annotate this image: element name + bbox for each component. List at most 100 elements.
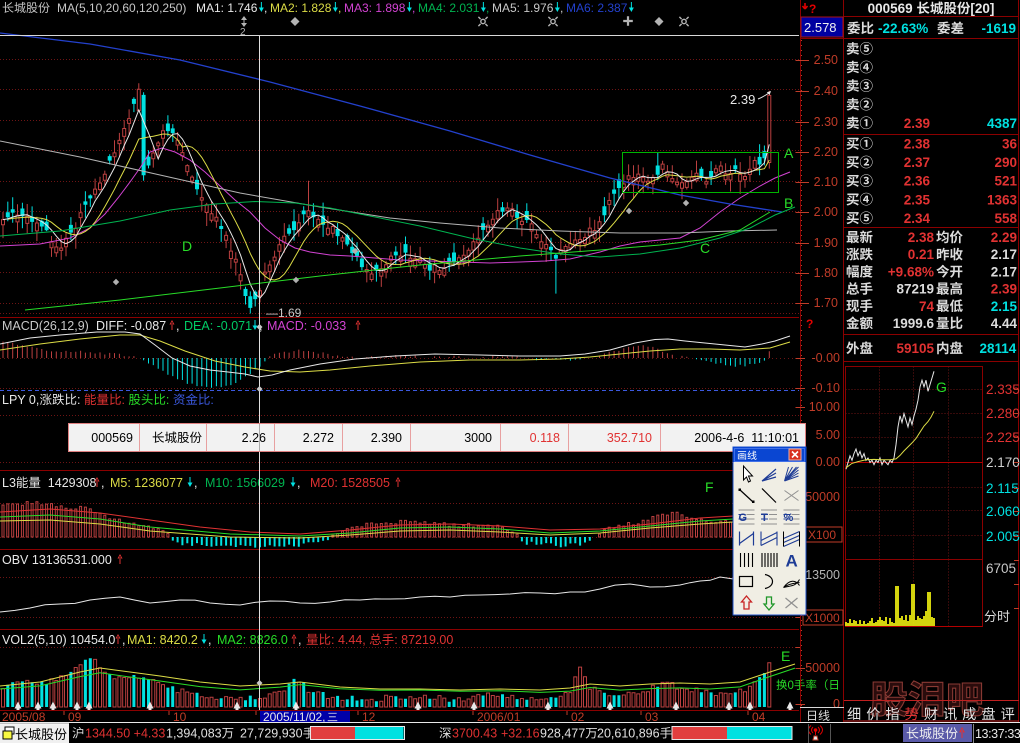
svg-text:12: 12	[362, 710, 376, 724]
svg-text:1,394,083: 1,394,083	[166, 727, 222, 741]
svg-text:M20: 1528505: M20: 1528505	[310, 476, 390, 490]
svg-text:36: 36	[1002, 137, 1018, 152]
svg-text:MA2: 8826.0: MA2: 8826.0	[217, 633, 288, 647]
svg-text:-0.10: -0.10	[812, 381, 841, 395]
svg-text:-0.00: -0.00	[812, 351, 841, 365]
svg-text:G: G	[739, 512, 748, 524]
svg-text:A: A	[786, 552, 798, 571]
svg-text:[20]: [20]	[970, 1, 994, 16]
svg-text:2005/08: 2005/08	[2, 710, 46, 724]
svg-text:D: D	[182, 238, 192, 254]
svg-text:-1619: -1619	[982, 21, 1017, 36]
svg-text:M5: 1236077: M5: 1236077	[110, 476, 183, 490]
svg-text:2.37: 2.37	[904, 155, 930, 170]
svg-text:290: 290	[995, 155, 1018, 170]
svg-text:3000: 3000	[464, 431, 492, 445]
svg-text:MA6: 2.387: MA6: 2.387	[566, 1, 628, 15]
svg-text:2006/01: 2006/01	[477, 710, 521, 724]
svg-text:-50000: -50000	[801, 661, 840, 675]
svg-text:OBV 13136531.000: OBV 13136531.000	[2, 553, 112, 567]
svg-text:0.00: 0.00	[816, 455, 840, 469]
svg-text:1.70: 1.70	[814, 296, 838, 310]
svg-text:4387: 4387	[987, 116, 1017, 131]
svg-text:352.710: 352.710	[607, 431, 652, 445]
svg-text:2.39: 2.39	[730, 92, 755, 107]
svg-text:000569: 000569	[91, 431, 133, 445]
svg-text:+32.16: +32.16	[501, 727, 540, 741]
svg-text:27,729,930: 27,729,930	[240, 727, 303, 741]
svg-text:+9.68%: +9.68%	[888, 264, 934, 279]
svg-text:A: A	[784, 145, 794, 161]
svg-text:MACD(26,12,9): MACD(26,12,9)	[2, 319, 89, 333]
svg-text:6705: 6705	[986, 561, 1016, 576]
svg-text:DEA: -0.071: DEA: -0.071	[184, 319, 252, 333]
svg-text:10.00: 10.00	[809, 400, 840, 414]
svg-text:,: ,	[122, 633, 125, 647]
svg-text:,: ,	[298, 633, 301, 647]
svg-text:2.29: 2.29	[991, 230, 1017, 245]
svg-text:?: ?	[809, 2, 816, 16]
svg-text:,: ,	[194, 476, 197, 490]
svg-text:-22.63%: -22.63%	[878, 21, 928, 36]
svg-text:1363: 1363	[987, 192, 1018, 207]
svg-text:1429308: 1429308	[48, 476, 97, 490]
svg-text:%: %	[784, 512, 794, 524]
svg-text:DIFF: -0.087: DIFF: -0.087	[96, 319, 166, 333]
svg-text:74: 74	[919, 299, 935, 314]
svg-text:0: 0	[788, 680, 794, 692]
svg-text:2005/11/02,: 2005/11/02,	[263, 710, 326, 724]
svg-text:L3: L3	[2, 476, 16, 490]
svg-text:59105: 59105	[897, 341, 935, 356]
svg-text:X1000: X1000	[805, 611, 840, 625]
svg-text:0.21: 0.21	[908, 247, 935, 262]
svg-text:1344.50 +4.33: 1344.50 +4.33	[85, 727, 165, 741]
svg-text::: :	[166, 393, 169, 407]
svg-text:,: ,	[208, 633, 211, 647]
svg-text:,: ,	[176, 319, 179, 333]
svg-text:02: 02	[571, 710, 585, 724]
svg-text::: :	[122, 393, 125, 407]
svg-text:,: ,	[560, 1, 563, 15]
svg-text:000569: 000569	[868, 1, 913, 16]
svg-text:,: ,	[486, 1, 489, 15]
svg-text:0: 0	[833, 697, 840, 711]
svg-text:: 4.44,: : 4.44,	[331, 633, 366, 647]
svg-text:2006-4-6 11:10:01: 2006-4-6 11:10:01	[694, 431, 799, 445]
svg-text:09: 09	[68, 710, 82, 724]
svg-text:13500: 13500	[805, 568, 840, 582]
svg-text:2.40: 2.40	[814, 84, 838, 98]
svg-text:2.578: 2.578	[804, 20, 837, 35]
svg-text:B: B	[784, 195, 793, 211]
svg-text:87219: 87219	[897, 282, 935, 297]
svg-text:LPY 0,: LPY 0,	[2, 393, 39, 407]
svg-text:MA2: 1.828: MA2: 1.828	[270, 1, 332, 15]
svg-text:1.90: 1.90	[814, 236, 838, 250]
svg-text:558: 558	[995, 211, 1018, 226]
svg-text:2.38: 2.38	[904, 137, 931, 152]
svg-text:2.39: 2.39	[904, 116, 930, 131]
svg-text:MA(5,10,20,60,120,250): MA(5,10,20,60,120,250)	[57, 1, 186, 15]
svg-text:,: ,	[338, 1, 341, 15]
svg-text:,: ,	[412, 1, 415, 15]
svg-text:F: F	[705, 479, 714, 495]
svg-text:MA1: 1.746: MA1: 1.746	[196, 1, 258, 15]
svg-text:2.115: 2.115	[986, 481, 1019, 496]
svg-text:2.34: 2.34	[904, 211, 931, 226]
svg-text:M10: 1566029: M10: 1566029	[205, 476, 285, 490]
svg-text:G: G	[936, 379, 947, 395]
svg-text:4.44: 4.44	[991, 316, 1018, 331]
svg-text:3700.43: 3700.43	[452, 727, 497, 741]
svg-text:,: ,	[297, 476, 300, 490]
svg-text:2.30: 2.30	[814, 115, 838, 129]
svg-text:C: C	[700, 240, 710, 256]
svg-text:2.36: 2.36	[904, 174, 931, 189]
svg-text:MA3: 1.898: MA3: 1.898	[344, 1, 406, 15]
svg-text:2.10: 2.10	[814, 175, 838, 189]
svg-text:2.00: 2.00	[814, 205, 838, 219]
svg-text:13:37:33: 13:37:33	[975, 727, 1020, 741]
svg-text:2.17: 2.17	[991, 264, 1017, 279]
svg-text:E: E	[781, 648, 790, 664]
svg-text:2.390: 2.390	[371, 431, 402, 445]
svg-text:521: 521	[995, 174, 1018, 189]
svg-text:2: 2	[240, 27, 246, 38]
